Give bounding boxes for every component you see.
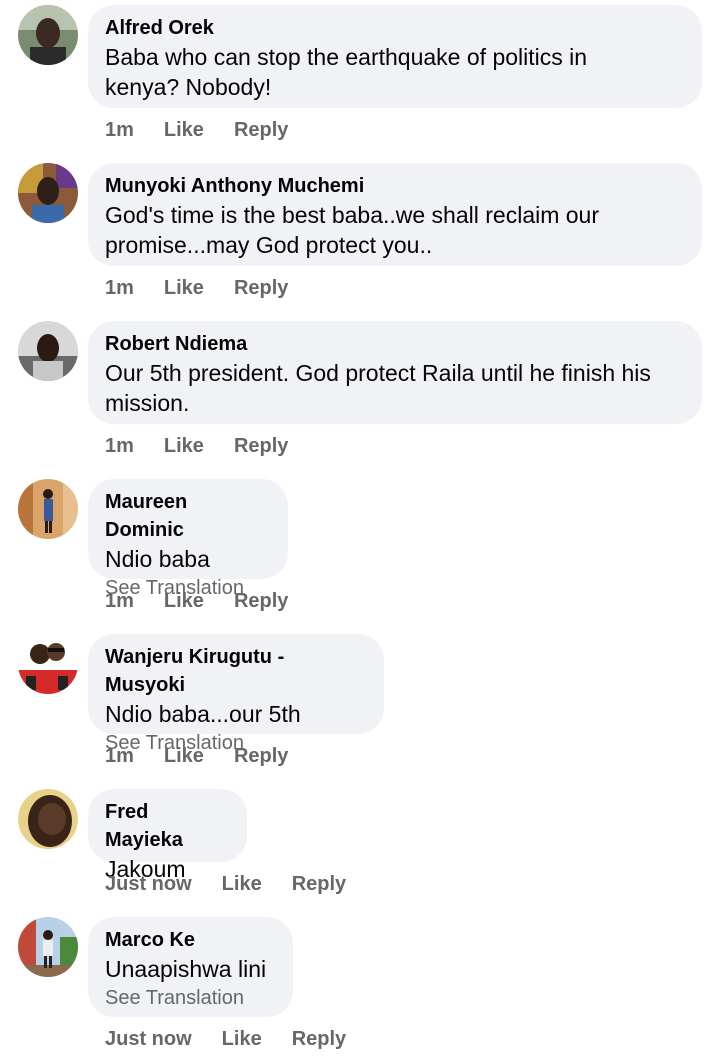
reply-button[interactable]: Reply	[234, 277, 288, 300]
like-button[interactable]: Like	[164, 745, 204, 768]
comment-author[interactable]: Wanjeru Kirugutu - Musyoki	[105, 643, 367, 699]
comment-bubble: Alfred Orek Baba who can stop the earthq…	[88, 5, 702, 108]
like-button[interactable]: Like	[222, 1028, 262, 1051]
comment-bubble: Munyoki Anthony Muchemi God's time is th…	[88, 163, 702, 266]
comment-actions: 1m Like Reply	[105, 745, 318, 768]
like-button[interactable]: Like	[222, 873, 262, 896]
comment-bubble: Maureen Dominic Ndio baba See Translatio…	[88, 479, 288, 599]
comment-text: Ndio baba...our 5th	[105, 701, 301, 727]
comment-actions: 1m Like Reply	[105, 590, 318, 613]
comment-time[interactable]: 1m	[105, 745, 134, 768]
like-button[interactable]: Like	[164, 590, 204, 613]
avatar[interactable]	[18, 789, 78, 849]
reply-button[interactable]: Reply	[234, 590, 288, 613]
comment-author[interactable]: Robert Ndiema	[105, 330, 685, 358]
comment-text: Unaapishwa lini	[105, 956, 267, 982]
comment-time[interactable]: 1m	[105, 590, 134, 613]
comment-time[interactable]: 1m	[105, 119, 134, 142]
comment-author[interactable]: Maureen Dominic	[105, 488, 271, 544]
comment-actions: 1m Like Reply	[105, 119, 318, 142]
comment-actions: 1m Like Reply	[105, 435, 318, 458]
comment-text: kenya? Nobody!	[105, 74, 272, 100]
comment-time[interactable]: 1m	[105, 277, 134, 300]
comment-actions: Just now Like Reply	[105, 873, 376, 896]
reply-button[interactable]: Reply	[292, 1028, 346, 1051]
comment-text: Ndio baba	[105, 546, 210, 572]
comment-time[interactable]: Just now	[105, 873, 192, 896]
comment-actions: 1m Like Reply	[105, 277, 318, 300]
comment-bubble: Wanjeru Kirugutu - Musyoki Ndio baba...o…	[88, 634, 384, 754]
reply-button[interactable]: Reply	[234, 745, 288, 768]
comment-text: Our 5th president. God protect Raila unt…	[105, 360, 651, 386]
comment-bubble: Marco Ke Unaapishwa lini See Translation	[88, 917, 293, 1017]
comment-author[interactable]: Marco Ke	[105, 926, 276, 954]
avatar[interactable]	[18, 163, 78, 223]
reply-button[interactable]: Reply	[234, 119, 288, 142]
comment-time[interactable]: 1m	[105, 435, 134, 458]
reply-button[interactable]: Reply	[292, 873, 346, 896]
comment-author[interactable]: Alfred Orek	[105, 14, 685, 42]
comment-text: God's time is the best baba..we shall re…	[105, 202, 600, 228]
avatar[interactable]	[18, 321, 78, 381]
like-button[interactable]: Like	[164, 119, 204, 142]
comment-bubble: Robert Ndiema Our 5th president. God pro…	[88, 321, 702, 424]
avatar[interactable]	[18, 479, 78, 539]
comment-bubble: Fred Mayieka Jakoum	[88, 789, 247, 882]
like-button[interactable]: Like	[164, 277, 204, 300]
comment-actions: Just now Like Reply	[105, 1028, 376, 1051]
reply-button[interactable]: Reply	[234, 435, 288, 458]
avatar[interactable]	[18, 917, 78, 977]
comment-author[interactable]: Munyoki Anthony Muchemi	[105, 172, 685, 200]
avatar[interactable]	[18, 5, 78, 65]
comment-text: Baba who can stop the earthquake of poli…	[105, 44, 588, 70]
like-button[interactable]: Like	[164, 435, 204, 458]
avatar[interactable]	[18, 634, 78, 694]
comment-text: mission.	[105, 390, 190, 416]
comment-time[interactable]: Just now	[105, 1028, 192, 1051]
comment-author[interactable]: Fred Mayieka	[105, 798, 230, 854]
comment-text: promise...may God protect you..	[105, 232, 433, 258]
see-translation-link[interactable]: See Translation	[105, 984, 276, 1012]
